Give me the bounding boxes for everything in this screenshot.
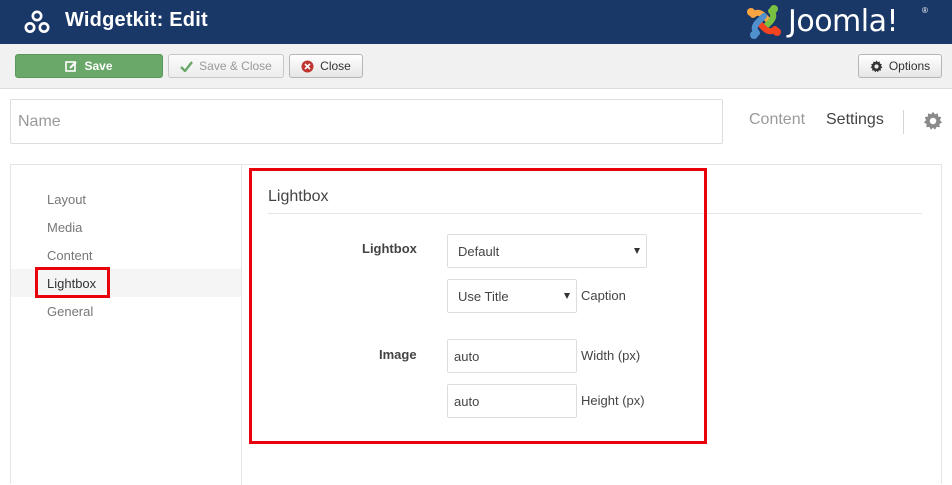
section-divider	[268, 213, 922, 214]
settings-sidebar: Layout Media Content Lightbox General	[11, 165, 242, 485]
width-label: Width (px)	[581, 348, 641, 363]
check-icon	[180, 60, 194, 72]
page-title: Widgetkit: Edit	[65, 9, 208, 31]
joomla-logo-icon	[747, 5, 781, 39]
close-circle-icon	[301, 60, 314, 72]
sidebar-item-general[interactable]: General	[47, 304, 93, 319]
tab-divider	[903, 110, 904, 134]
settings-panel: Layout Media Content Lightbox General Li…	[10, 164, 942, 485]
save-close-button[interactable]: Save & Close	[168, 54, 284, 78]
app-header: Widgetkit: Edit Joomla! ®	[0, 0, 952, 44]
sidebar-item-layout[interactable]: Layout	[47, 192, 86, 207]
save-close-label: Save & Close	[199, 59, 272, 73]
sidebar-item-content[interactable]: Content	[47, 248, 93, 263]
options-label: Options	[888, 59, 931, 73]
chevron-down-icon	[564, 293, 570, 299]
lightbox-select-value: Default	[458, 243, 500, 259]
height-label: Height (px)	[581, 393, 645, 408]
tab-settings[interactable]: Settings	[826, 111, 884, 129]
name-input[interactable]	[10, 99, 723, 144]
joomla-wordmark: Joomla!	[788, 4, 899, 39]
gear-icon	[870, 59, 883, 72]
tab-content[interactable]: Content	[749, 111, 805, 129]
toolbar: Save Save & Close Close Options	[0, 44, 952, 89]
save-button[interactable]: Save	[15, 54, 163, 78]
close-label: Close	[320, 59, 351, 73]
chevron-down-icon	[634, 248, 640, 254]
caption-label: Caption	[581, 288, 626, 303]
close-button[interactable]: Close	[289, 54, 363, 78]
caption-select-value: Use Title	[458, 288, 509, 304]
edit-icon	[65, 60, 78, 72]
lightbox-label: Lightbox	[362, 241, 417, 256]
highlight-box	[35, 267, 110, 298]
sidebar-item-media[interactable]: Media	[47, 220, 82, 235]
section-title: Lightbox	[268, 188, 329, 205]
widgetkit-icon	[24, 10, 50, 33]
registered-mark: ®	[922, 6, 928, 15]
height-input[interactable]	[447, 384, 577, 418]
save-label: Save	[84, 59, 113, 73]
image-label: Image	[379, 347, 417, 362]
options-button[interactable]: Options	[858, 54, 942, 78]
lightbox-select[interactable]: Default	[447, 234, 647, 268]
width-input[interactable]	[447, 339, 577, 373]
caption-select[interactable]: Use Title	[447, 279, 577, 313]
gear-icon[interactable]	[923, 111, 943, 131]
